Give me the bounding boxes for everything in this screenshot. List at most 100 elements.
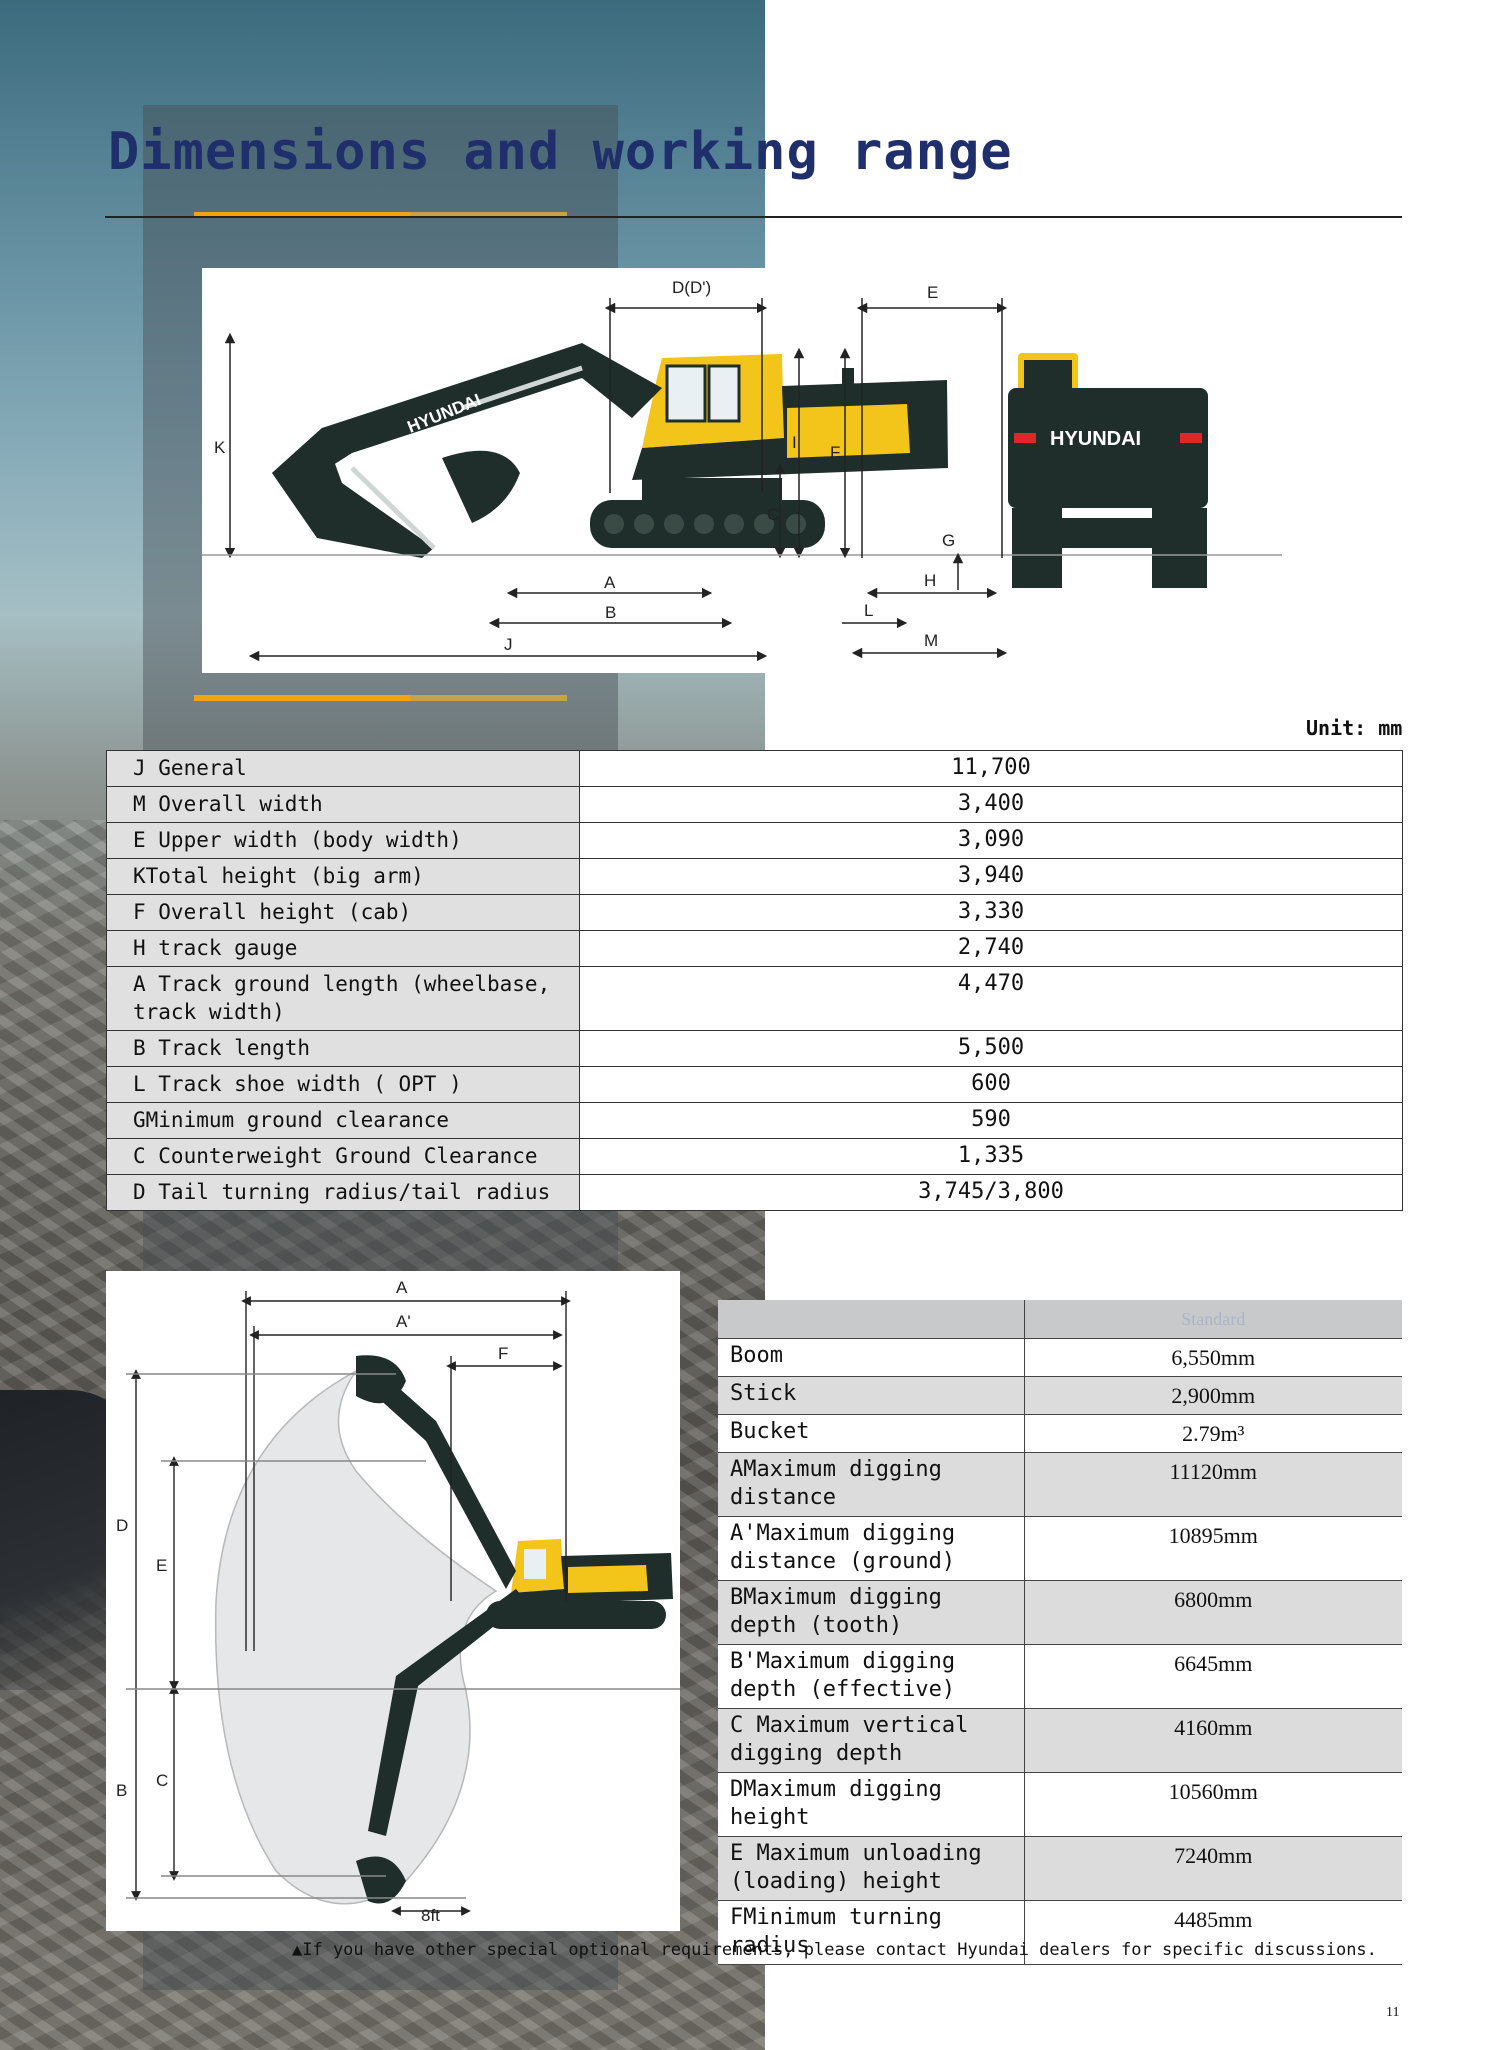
table-row: J General 11,700 xyxy=(106,750,1403,787)
label-range-f: F xyxy=(498,1344,508,1363)
unit-label: Unit: mm xyxy=(1306,716,1403,740)
table-row: A'Maximum digging distance (ground) 10895… xyxy=(718,1516,1402,1581)
range-value: 7240mm xyxy=(1024,1836,1402,1901)
dimension-label: C Counterweight Ground Clearance xyxy=(106,1138,580,1175)
dimension-label: B Track length xyxy=(106,1030,580,1067)
dimension-label: M Overall width xyxy=(106,786,580,823)
label-range-ground: 8ft xyxy=(421,1906,440,1925)
range-header-label xyxy=(718,1300,1025,1339)
label-range-e: E xyxy=(156,1556,167,1575)
table-row: C Counterweight Ground Clearance 1,335 xyxy=(106,1138,1403,1175)
label-j: J xyxy=(504,635,513,654)
range-value: 6800mm xyxy=(1024,1580,1402,1645)
label-range-d: D xyxy=(116,1516,128,1535)
working-range-diagram: HYUNDAI A A' F D E B C 8ft xyxy=(106,1271,680,1931)
label-a: A xyxy=(604,573,616,592)
dimension-value: 3,400 xyxy=(579,786,1403,823)
table-header-row: Standard xyxy=(718,1300,1402,1339)
dimension-value: 1,335 xyxy=(579,1138,1403,1175)
label-l: L xyxy=(864,601,873,620)
dimension-label: A Track ground length (wheelbase, track … xyxy=(106,966,580,1031)
dimension-value: 3,940 xyxy=(579,858,1403,895)
range-value: 6645mm xyxy=(1024,1644,1402,1709)
range-label: DMaximum digging height xyxy=(718,1772,1025,1837)
dimension-label: F Overall height (cab) xyxy=(106,894,580,931)
label-range-a-prime: A' xyxy=(396,1312,411,1331)
table-row: Stick 2,900mm xyxy=(718,1376,1402,1415)
label-d: D(D') xyxy=(672,278,711,297)
dimension-value: 3,745/3,800 xyxy=(579,1174,1403,1211)
dimension-value: 4,470 xyxy=(579,966,1403,1031)
table-row: E Maximum unloading (loading) height 7240… xyxy=(718,1836,1402,1901)
table-accent-bar xyxy=(194,695,567,701)
working-range-table: Standard Boom 6,550mm Stick 2,900mm Bucket… xyxy=(718,1300,1402,1965)
table-row: M Overall width 3,400 xyxy=(106,786,1403,823)
table-row: C Maximum vertical digging depth 4160mm xyxy=(718,1708,1402,1773)
dimension-label: H track gauge xyxy=(106,930,580,967)
dimensions-table: J General 11,700 M Overall width 3,400 E U… xyxy=(106,750,1403,1211)
dimension-label: GMinimum ground clearance xyxy=(106,1102,580,1139)
table-row: GMinimum ground clearance 590 xyxy=(106,1102,1403,1139)
dimension-value: 2,740 xyxy=(579,930,1403,967)
table-row: B Track length 5,500 xyxy=(106,1030,1403,1067)
label-i: I xyxy=(792,433,797,452)
table-row: F Overall height (cab) 3,330 xyxy=(106,894,1403,931)
rear-view-excavator: HYUNDAI xyxy=(1008,353,1208,588)
dimension-value: 3,090 xyxy=(579,822,1403,859)
table-row: D Tail turning radius/tail radius 3,745/3… xyxy=(106,1174,1403,1211)
title-accent-bar xyxy=(194,212,567,216)
table-row: H track gauge 2,740 xyxy=(106,930,1403,967)
range-label: Bucket xyxy=(718,1414,1025,1453)
range-value: 2.79m³ xyxy=(1024,1414,1402,1453)
table-row: DMaximum digging height 10560mm xyxy=(718,1772,1402,1837)
label-k: K xyxy=(214,438,226,457)
range-label: Boom xyxy=(718,1338,1025,1377)
working-range-drawing: HYUNDAI A A' F D E B C 8ft xyxy=(116,1278,680,1925)
label-f: F xyxy=(830,443,840,462)
table-row: E Upper width (body width) 3,090 xyxy=(106,822,1403,859)
label-range-b: B xyxy=(116,1781,127,1800)
table-row: AMaximum digging distance 11120mm xyxy=(718,1452,1402,1517)
table-row: A Track ground length (wheelbase, track … xyxy=(106,966,1403,1031)
page-number: 11 xyxy=(1386,2005,1400,2020)
dimension-value: 590 xyxy=(579,1102,1403,1139)
dimension-label: E Upper width (body width) xyxy=(106,822,580,859)
table-row: L Track shoe width ( OPT ) 600 xyxy=(106,1066,1403,1103)
range-header-value: Standard xyxy=(1024,1300,1402,1339)
range-label: Stick xyxy=(718,1376,1025,1415)
table-row: BMaximum digging depth (tooth) 6800mm xyxy=(718,1580,1402,1645)
excavator-dimension-drawing: HYUNDAI HYUNDAI K D(D') I C A B J E F G … xyxy=(202,278,1282,662)
dimension-label: D Tail turning radius/tail radius xyxy=(106,1174,580,1211)
range-label: A'Maximum digging distance (ground) xyxy=(718,1516,1025,1581)
label-range-c: C xyxy=(156,1771,168,1790)
dimension-value: 600 xyxy=(579,1066,1403,1103)
table-row: Bucket 2.79m³ xyxy=(718,1414,1402,1453)
dimension-value: 3,330 xyxy=(579,894,1403,931)
page-title: Dimensions and working range xyxy=(108,122,1013,182)
range-label: C Maximum vertical digging depth xyxy=(718,1708,1025,1773)
range-label: B'Maximum digging depth (effective) xyxy=(718,1644,1025,1709)
dimension-value: 5,500 xyxy=(579,1030,1403,1067)
range-label: E Maximum unloading (loading) height xyxy=(718,1836,1025,1901)
label-m: M xyxy=(924,631,938,650)
table-row: B'Maximum digging depth (effective) 6645m… xyxy=(718,1644,1402,1709)
working-brand-text: HYUNDAI xyxy=(524,1408,550,1449)
table-row: KTotal height (big arm) 3,940 xyxy=(106,858,1403,895)
dimension-diagram: HYUNDAI HYUNDAI K D(D') I C A B J E F G … xyxy=(202,268,1282,673)
label-e: E xyxy=(927,283,938,302)
range-value: 10560mm xyxy=(1024,1772,1402,1837)
label-c: C xyxy=(767,505,779,524)
range-value: 11120mm xyxy=(1024,1452,1402,1517)
dimension-value: 11,700 xyxy=(579,750,1403,787)
range-value: 10895mm xyxy=(1024,1516,1402,1581)
table-row: Boom 6,550mm xyxy=(718,1338,1402,1377)
rear-brand-text: HYUNDAI xyxy=(1050,428,1141,450)
dimension-label: J General xyxy=(106,750,580,787)
range-label: AMaximum digging distance xyxy=(718,1452,1025,1517)
range-value: 6,550mm xyxy=(1024,1338,1402,1377)
label-range-a: A xyxy=(396,1278,408,1297)
dimension-label: L Track shoe width ( OPT ) xyxy=(106,1066,580,1103)
range-label: BMaximum digging depth (tooth) xyxy=(718,1580,1025,1645)
label-h: H xyxy=(924,571,936,590)
title-divider xyxy=(105,216,1402,218)
